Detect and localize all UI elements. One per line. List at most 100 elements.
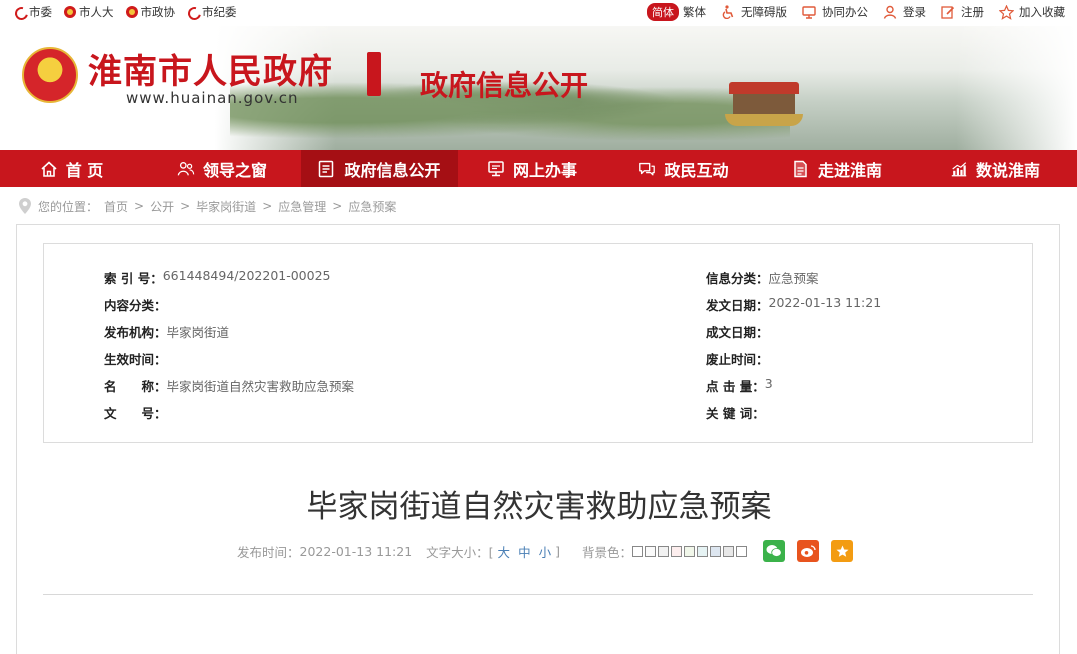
breadcrumb-subdistrict[interactable]: 毕家岗街道 bbox=[196, 198, 256, 215]
accessibility-link[interactable]: 无障碍版 bbox=[720, 4, 787, 20]
link-label: 登录 bbox=[903, 5, 926, 19]
background-color-swatch[interactable] bbox=[684, 545, 695, 557]
breadcrumb-separator: > bbox=[332, 199, 343, 213]
share-weibo-button[interactable] bbox=[797, 540, 819, 562]
breadcrumb-home[interactable]: 首页 bbox=[104, 198, 128, 215]
nav-label: 政府信息公开 bbox=[344, 160, 441, 180]
monitor-icon bbox=[801, 4, 817, 20]
breadcrumb: 您的位置： 首页 > 公开 > 毕家岗街道 > 应急管理 > 应急预案 bbox=[18, 197, 396, 215]
nav-label: 走进淮南 bbox=[817, 160, 882, 180]
breadcrumb-prefix: 您的位置： bbox=[38, 199, 99, 214]
section-title: 政府信息公开 bbox=[420, 69, 589, 102]
nav-label: 数说淮南 bbox=[975, 160, 1040, 180]
top-utility-bar: 市委 市人大 市政协 市纪委 简体 繁体 无障碍版 协同办公 登录 注册 加入收… bbox=[0, 0, 1077, 26]
nav-label: 首 页 bbox=[65, 160, 104, 180]
background-color-swatch[interactable] bbox=[723, 545, 734, 557]
national-emblem-icon bbox=[64, 6, 76, 18]
add-favorite-link[interactable]: 加入收藏 bbox=[998, 4, 1065, 20]
computer-icon bbox=[487, 160, 505, 178]
info-expire-time: 废止时间： bbox=[706, 352, 769, 367]
nav-data-huainan[interactable]: 数说淮南 bbox=[913, 150, 1077, 187]
link-label: 加入收藏 bbox=[1019, 5, 1065, 19]
font-size-bracket: ] bbox=[555, 543, 560, 559]
publish-time-value: 2022-01-13 11:21 bbox=[299, 543, 413, 559]
background-color-swatch[interactable] bbox=[736, 545, 747, 557]
cppcc-emblem-icon bbox=[125, 6, 138, 18]
info-category: 信息分类： 应急预案 bbox=[706, 271, 819, 286]
collaborative-office-link[interactable]: 协同办公 bbox=[801, 4, 868, 20]
breadcrumb-separator: > bbox=[262, 199, 273, 213]
chat-icon bbox=[638, 160, 656, 178]
background-color-swatch[interactable] bbox=[710, 545, 721, 557]
info-written-date: 成文日期： bbox=[706, 325, 769, 340]
background-color-swatch[interactable] bbox=[697, 545, 708, 557]
site-title[interactable]: 淮南市人民政府 bbox=[88, 44, 333, 93]
breadcrumb-separator: > bbox=[134, 199, 145, 213]
nav-leadership[interactable]: 领导之窗 bbox=[143, 150, 301, 187]
font-size-medium-button[interactable]: 中 bbox=[518, 542, 531, 561]
star-icon bbox=[998, 4, 1014, 20]
document-info-table: 索 引 号： 661448494/202201-00025 信息分类： 应急预案… bbox=[43, 243, 1033, 443]
breadcrumb-emergency-management[interactable]: 应急管理 bbox=[278, 198, 326, 215]
share-wechat-button[interactable] bbox=[763, 540, 785, 562]
user-icon bbox=[882, 4, 898, 20]
info-content-category: 内容分类： bbox=[104, 298, 167, 313]
link-label: 注册 bbox=[961, 5, 984, 19]
language-switch: 简体 繁体 bbox=[647, 3, 706, 21]
book-icon bbox=[792, 160, 810, 178]
font-size-label: 文字大小：[ bbox=[426, 544, 494, 560]
nav-home[interactable]: 首 页 bbox=[0, 150, 143, 187]
background-color-swatch[interactable] bbox=[671, 545, 682, 557]
star-icon bbox=[836, 545, 848, 557]
document-icon bbox=[318, 160, 336, 178]
link-label: 无障碍版 bbox=[741, 5, 787, 19]
breadcrumb-separator: > bbox=[180, 199, 191, 213]
link-discipline-commission[interactable]: 市纪委 bbox=[187, 4, 237, 20]
bar-chart-icon bbox=[950, 160, 968, 178]
nav-label: 领导之窗 bbox=[202, 160, 267, 180]
link-label: 协同办公 bbox=[822, 5, 868, 19]
simplified-chinese-button[interactable]: 简体 bbox=[647, 3, 679, 21]
background-color-label: 背景色： bbox=[581, 544, 632, 560]
location-pin-icon bbox=[18, 197, 32, 215]
nav-about-huainan[interactable]: 走进淮南 bbox=[761, 150, 913, 187]
nav-online-services[interactable]: 网上办事 bbox=[458, 150, 606, 187]
info-keywords: 关 键 词： bbox=[706, 406, 765, 421]
seal-stamp-icon bbox=[367, 52, 381, 96]
breadcrumb-emergency-plan[interactable]: 应急预案 bbox=[348, 198, 396, 215]
breadcrumb-public[interactable]: 公开 bbox=[150, 198, 174, 215]
link-label: 市纪委 bbox=[202, 5, 237, 19]
background-color-swatch[interactable] bbox=[658, 545, 669, 557]
article-divider bbox=[43, 594, 1033, 595]
nav-gov-info[interactable]: 政府信息公开 bbox=[301, 150, 458, 187]
tour-boat-image bbox=[725, 82, 803, 138]
info-index-no: 索 引 号： 661448494/202201-00025 bbox=[104, 268, 331, 286]
nav-label: 网上办事 bbox=[512, 160, 577, 180]
login-link[interactable]: 登录 bbox=[882, 4, 926, 20]
info-doc-number: 文 号： bbox=[104, 406, 167, 421]
info-name: 名 称： 毕家岗街道自然灾害救助应急预案 bbox=[104, 379, 355, 394]
article-meta-bar: 发布时间： 2022-01-13 11:21 文字大小：[ 大 中 小 ] 背景… bbox=[237, 540, 853, 562]
wechat-icon bbox=[766, 545, 782, 557]
register-link[interactable]: 注册 bbox=[940, 4, 984, 20]
nav-interaction[interactable]: 政民互动 bbox=[606, 150, 761, 187]
top-left-links: 市委 市人大 市政协 市纪委 bbox=[14, 4, 237, 20]
top-right-links: 简体 繁体 无障碍版 协同办公 登录 注册 加入收藏 bbox=[647, 3, 1065, 21]
party-emblem-icon bbox=[187, 6, 199, 18]
font-size-large-button[interactable]: 大 bbox=[498, 542, 511, 561]
background-color-swatch[interactable] bbox=[632, 545, 643, 557]
info-publish-date: 发文日期： 2022-01-13 11:21 bbox=[706, 295, 882, 313]
info-effective-time: 生效时间： bbox=[104, 352, 167, 367]
weibo-icon bbox=[801, 545, 816, 557]
link-cppcc[interactable]: 市政协 bbox=[125, 4, 175, 20]
publish-time-label: 发布时间： bbox=[237, 544, 300, 560]
traditional-chinese-button[interactable]: 繁体 bbox=[683, 4, 706, 20]
font-size-small-button[interactable]: 小 bbox=[539, 542, 552, 561]
share-favorite-button[interactable] bbox=[831, 540, 853, 562]
background-color-swatch[interactable] bbox=[645, 545, 656, 557]
site-url: www.huainan.gov.cn bbox=[126, 89, 299, 107]
link-peoples-congress[interactable]: 市人大 bbox=[64, 4, 114, 20]
link-label: 市人大 bbox=[79, 5, 114, 19]
national-emblem-logo[interactable] bbox=[22, 47, 78, 103]
link-party-committee[interactable]: 市委 bbox=[14, 4, 52, 20]
